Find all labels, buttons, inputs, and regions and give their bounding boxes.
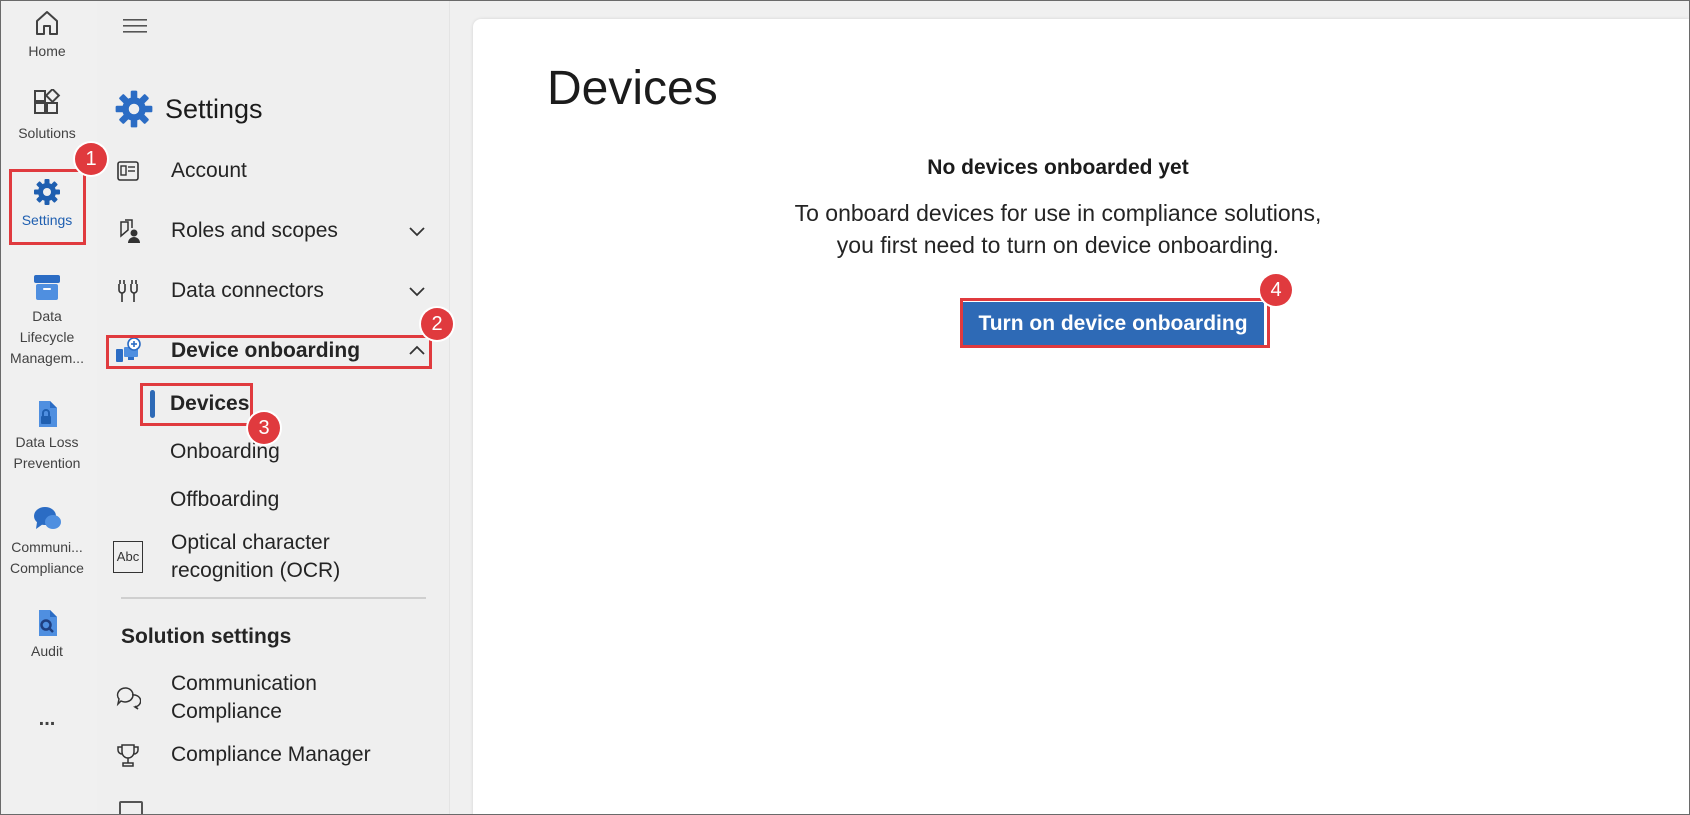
rail-audit-label: Audit [31, 643, 63, 659]
rail-data-lifecycle[interactable]: Data Lifecycle Managem... [1, 272, 93, 369]
audit-search-icon [39, 610, 57, 636]
step-badge-2: 2 [421, 308, 453, 340]
nav-item-ocr[interactable]: Abc Optical character recognition (OCR) [112, 527, 433, 587]
rail-solutions[interactable]: Solutions [1, 89, 93, 144]
step-badge-4: 4 [1260, 274, 1292, 306]
nav-title: Settings [165, 93, 263, 124]
nav-subitem-offboarding[interactable]: Offboarding [170, 488, 279, 512]
nav-item-ocr-label-1: Optical character [171, 531, 330, 554]
nav-item-ocr-label: Optical character recognition (OCR) [171, 529, 340, 585]
empty-state-title: No devices onboarded yet [927, 156, 1189, 179]
main-content: Devices No devices onboarded yet To onbo… [473, 19, 1689, 814]
rail-dlp-label-2: Prevention [13, 455, 81, 471]
rail-data-lifecycle-label-3: Managem... [10, 350, 84, 366]
rail-home[interactable]: Home [1, 7, 93, 62]
solution-settings-heading: Solution settings [121, 625, 292, 648]
rail-communication-label-1: Communi... [11, 539, 83, 555]
nav-item-communication-label: Communication Compliance [171, 670, 317, 726]
lock-document-icon [39, 401, 57, 427]
nav-item-data-connectors[interactable]: Data connectors [113, 269, 433, 313]
chat-icon [116, 687, 141, 710]
trophy-icon [117, 744, 139, 767]
rail-home-label: Home [28, 43, 66, 59]
app-window: Home Solutions Settings Data Lifecycle M… [0, 0, 1690, 815]
rail-communication-label-2: Compliance [10, 560, 84, 576]
empty-state-description: To onboard devices for use in compliance… [794, 200, 1322, 258]
abc-icon: Abc [112, 541, 144, 573]
app-rail: Home Solutions Settings Data Lifecycle M… [1, 1, 97, 814]
chevron-down-icon[interactable] [407, 281, 427, 301]
nav-divider [121, 597, 426, 599]
nav-item-ocr-label-2: recognition (OCR) [171, 559, 341, 582]
home-icon [36, 11, 58, 35]
nav-item-communication-label-1: Communication [171, 672, 317, 695]
nav-item-compliance-manager[interactable]: Compliance Manager [113, 733, 433, 777]
rail-data-lifecycle-label-2: Lifecycle [19, 329, 75, 345]
rail-dlp[interactable]: Data Loss Prevention [1, 398, 93, 474]
nav-header: Settings [113, 87, 263, 131]
nav-item-communication-compliance[interactable]: Communication Compliance [113, 668, 433, 728]
rail-audit[interactable]: Audit [1, 607, 93, 662]
page-title: Devices [547, 62, 718, 115]
chevron-down-icon[interactable] [407, 221, 427, 241]
nav-item-partial-icon [119, 801, 143, 814]
nav-item-compliance-manager-label: Compliance Manager [171, 743, 371, 766]
rail-data-lifecycle-label-1: Data [32, 308, 62, 324]
plug-icon [118, 280, 138, 302]
step-badge-3: 3 [248, 412, 280, 444]
chat-icon [34, 507, 61, 529]
rail-more-button[interactable]: ... [1, 709, 93, 730]
highlight-settings [9, 169, 86, 245]
archive-icon [34, 275, 60, 300]
nav-item-roles[interactable]: Roles and scopes [113, 209, 433, 253]
highlight-device-onboarding [106, 335, 432, 369]
rail-communication-compliance[interactable]: Communi... Compliance [1, 503, 93, 579]
rail-dlp-label-1: Data Loss [15, 434, 79, 450]
nav-item-communication-label-2: Compliance [171, 700, 282, 723]
highlight-turn-on-button [960, 298, 1270, 348]
step-badge-1: 1 [75, 143, 107, 175]
rail-solutions-label: Solutions [18, 125, 76, 141]
hamburger-icon[interactable] [121, 17, 149, 35]
more-icon: ... [38, 708, 56, 730]
roles-icon [120, 219, 140, 243]
nav-item-account[interactable]: Account [113, 149, 433, 193]
solutions-icon [34, 89, 61, 114]
nav-item-account-label: Account [171, 159, 247, 182]
nav-item-data-connectors-label: Data connectors [171, 279, 324, 302]
nav-item-roles-label: Roles and scopes [171, 219, 338, 242]
highlight-devices [140, 383, 253, 426]
account-card-icon [117, 161, 139, 181]
gear-icon [115, 90, 153, 128]
